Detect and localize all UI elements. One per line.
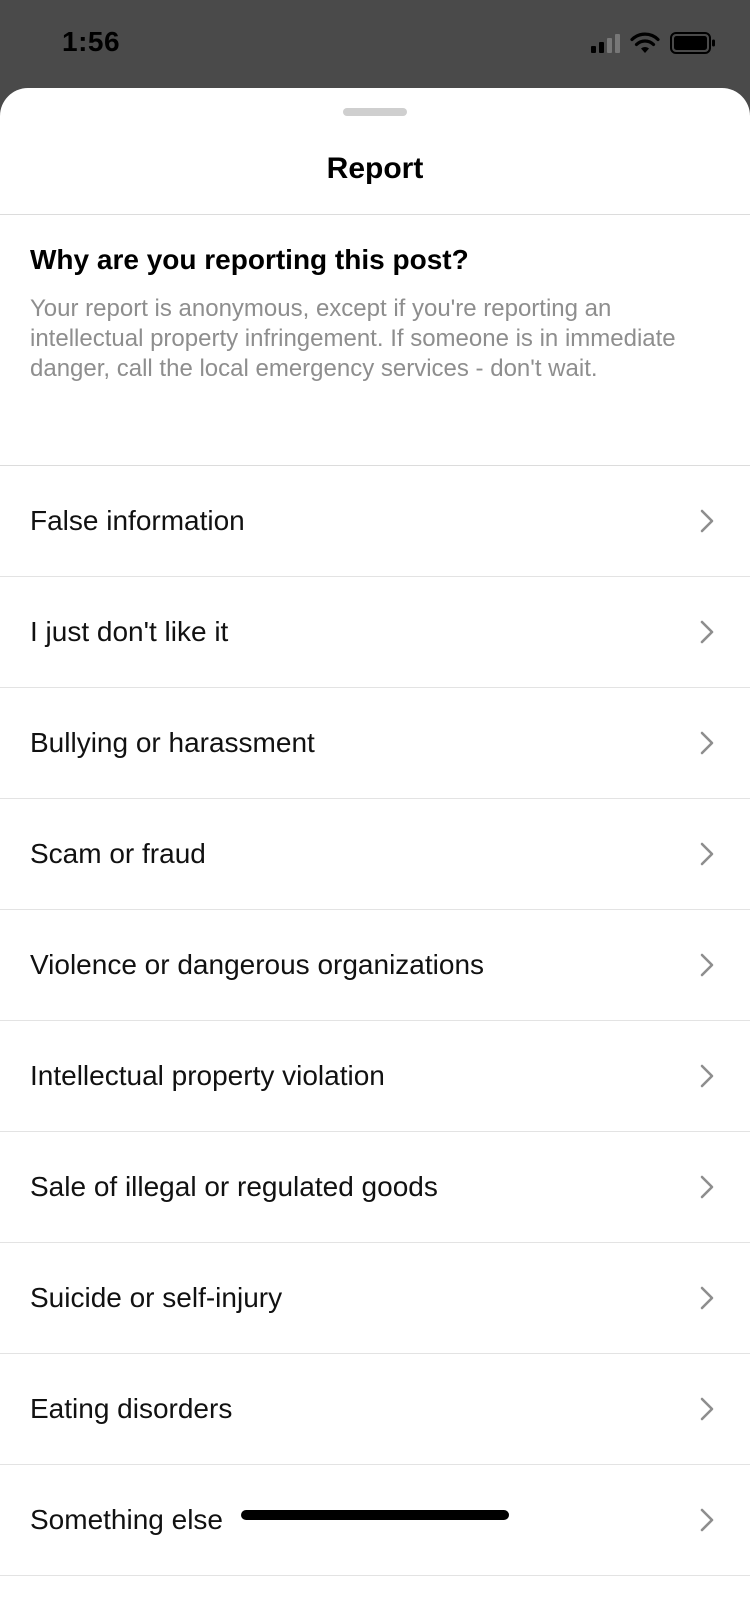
- option-violence-dangerous-orgs[interactable]: Violence or dangerous organizations: [0, 910, 750, 1021]
- chevron-right-icon: [700, 1397, 714, 1421]
- option-label: Scam or fraud: [30, 838, 206, 869]
- option-ip-violation[interactable]: Intellectual property violation: [0, 1021, 750, 1132]
- option-scam-fraud[interactable]: Scam or fraud: [0, 799, 750, 910]
- option-label: Violence or dangerous organizations: [30, 949, 485, 980]
- option-label: I just don't like it: [30, 616, 229, 647]
- option-dont-like-it[interactable]: I just don't like it: [0, 577, 750, 688]
- chevron-right-icon: [700, 1508, 714, 1532]
- chevron-right-icon: [700, 842, 714, 866]
- option-label: Suicide or self-injury: [30, 1282, 283, 1313]
- report-options-list: False information I just don't like it B…: [0, 466, 750, 1576]
- report-sheet: Report Why are you reporting this post? …: [0, 88, 750, 1624]
- status-icons: [591, 32, 716, 54]
- wifi-icon: [630, 32, 660, 54]
- status-bar: 1:56: [0, 0, 750, 88]
- battery-icon: [670, 32, 716, 54]
- option-bullying-harassment[interactable]: Bullying or harassment: [0, 688, 750, 799]
- chevron-right-icon: [700, 953, 714, 977]
- option-label: Bullying or harassment: [30, 727, 315, 758]
- chevron-right-icon: [700, 731, 714, 755]
- chevron-right-icon: [700, 1175, 714, 1199]
- option-label: Eating disorders: [30, 1393, 233, 1424]
- option-eating-disorders[interactable]: Eating disorders: [0, 1354, 750, 1465]
- option-illegal-goods[interactable]: Sale of illegal or regulated goods: [0, 1132, 750, 1243]
- option-label: Something else: [30, 1504, 224, 1535]
- chevron-right-icon: [700, 620, 714, 644]
- option-label: False information: [30, 505, 245, 536]
- option-suicide-self-injury[interactable]: Suicide or self-injury: [0, 1243, 750, 1354]
- title-divider: [0, 214, 750, 215]
- option-label: Sale of illegal or regulated goods: [30, 1171, 438, 1202]
- sheet-grabber[interactable]: [343, 108, 407, 116]
- question-description: Your report is anonymous, except if you'…: [30, 295, 676, 382]
- option-label: Intellectual property violation: [30, 1060, 385, 1091]
- chevron-right-icon: [700, 1286, 714, 1310]
- chevron-right-icon: [700, 509, 714, 533]
- home-indicator[interactable]: [241, 1510, 509, 1520]
- option-false-information[interactable]: False information: [0, 466, 750, 577]
- option-something-else[interactable]: Something else: [0, 1465, 750, 1576]
- sheet-title: Report: [326, 152, 424, 185]
- question-heading: Why are you reporting this post?: [30, 244, 469, 275]
- signal-icon: [591, 33, 620, 53]
- status-time: 1:56: [62, 26, 121, 57]
- chevron-right-icon: [700, 1064, 714, 1088]
